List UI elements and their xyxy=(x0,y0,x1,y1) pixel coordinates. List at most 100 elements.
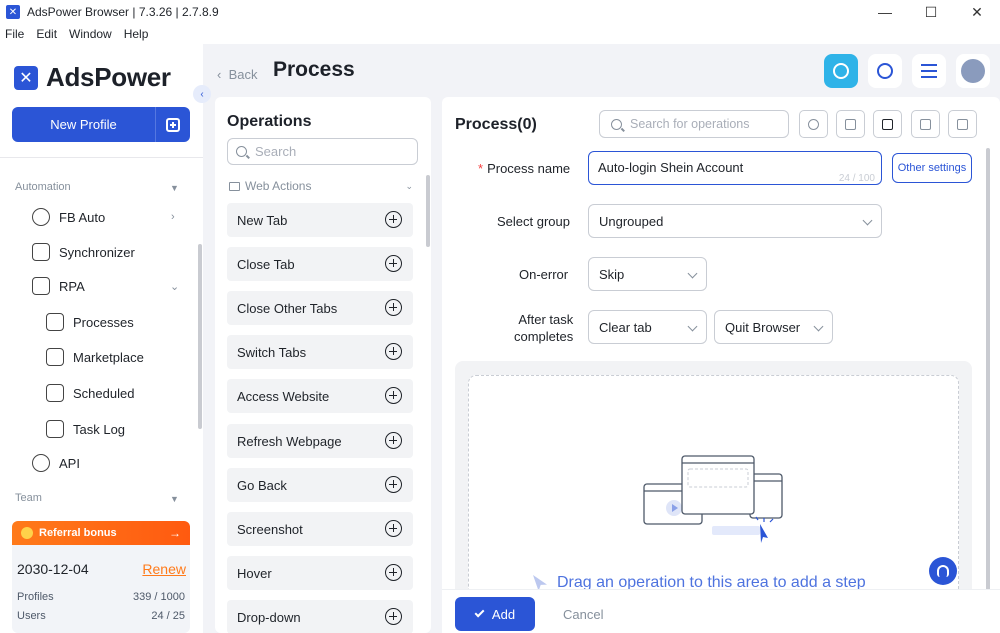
chevron-down-icon[interactable]: ▼ xyxy=(170,183,179,193)
operation-refresh-webpage[interactable]: Refresh Webpage xyxy=(227,424,413,458)
add-circle-icon[interactable] xyxy=(385,520,402,537)
save-icon xyxy=(957,118,968,130)
sidebar-item-scheduled[interactable]: Scheduled xyxy=(46,384,134,402)
window-controls: — ☐ ✕ xyxy=(862,0,1000,24)
sidebar-item-api[interactable]: API xyxy=(32,454,80,472)
process-scrollbar[interactable] xyxy=(986,148,990,603)
operation-label: New Tab xyxy=(237,212,288,228)
referral-header[interactable]: Referral bonus → xyxy=(12,521,190,545)
users-usage: Users 24 / 25 xyxy=(17,610,185,622)
sidebar-item-synchronizer[interactable]: Synchronizer xyxy=(32,243,135,261)
add-circle-icon[interactable] xyxy=(385,255,402,272)
users-value: 24 / 25 xyxy=(151,610,185,622)
rpa-robot-icon xyxy=(833,63,849,79)
rpa-icon xyxy=(32,277,50,295)
menu-help[interactable]: Help xyxy=(124,27,149,41)
operation-close-tab[interactable]: Close Tab xyxy=(227,247,413,281)
after-task-label-line1: After task xyxy=(518,312,574,327)
after-task-tab-select[interactable]: Clear tab xyxy=(588,310,707,344)
add-circle-icon[interactable] xyxy=(385,564,402,581)
maximize-button[interactable]: ☐ xyxy=(908,0,954,24)
collapse-sidebar-button[interactable]: ‹ xyxy=(193,85,211,103)
section-team[interactable]: Team xyxy=(15,492,42,504)
other-settings-button[interactable]: Other settings xyxy=(892,153,972,183)
calendar-icon xyxy=(46,384,64,402)
run-button[interactable] xyxy=(799,110,828,138)
after-task-browser-select[interactable]: Quit Browser xyxy=(714,310,833,344)
menu-file[interactable]: File xyxy=(5,27,24,41)
on-error-value: Skip xyxy=(599,266,625,282)
support-button[interactable] xyxy=(929,557,957,585)
rpa-robot-button[interactable] xyxy=(824,54,858,88)
add-circle-icon[interactable] xyxy=(385,387,402,404)
sidebar-item-rpa[interactable]: RPA xyxy=(32,277,85,295)
close-window-button[interactable]: ✕ xyxy=(954,0,1000,24)
menu-edit[interactable]: Edit xyxy=(36,27,57,41)
operation-access-website[interactable]: Access Website xyxy=(227,379,413,413)
operation-close-other-tabs[interactable]: Close Other Tabs xyxy=(227,291,413,325)
cancel-button[interactable]: Cancel xyxy=(563,607,603,622)
section-automation[interactable]: Automation xyxy=(15,181,71,193)
menu-bar: File Edit Window Help xyxy=(0,24,1000,44)
account-button[interactable] xyxy=(956,54,990,88)
operation-drop-down[interactable]: Drop-down xyxy=(227,600,413,633)
add-circle-icon[interactable] xyxy=(385,211,402,228)
add-circle-icon[interactable] xyxy=(385,299,402,316)
add-circle-icon[interactable] xyxy=(385,343,402,360)
operation-go-back[interactable]: Go Back xyxy=(227,468,413,502)
fb-auto-icon xyxy=(32,208,50,226)
chevron-down-icon[interactable]: ▼ xyxy=(170,494,179,504)
sidebar-item-label: RPA xyxy=(59,278,85,294)
search-placeholder: Search for operations xyxy=(630,117,750,131)
operation-hover[interactable]: Hover xyxy=(227,556,413,590)
operation-label: Go Back xyxy=(237,477,287,493)
sidebar-item-marketplace[interactable]: Marketplace xyxy=(46,348,144,366)
operations-scrollbar[interactable] xyxy=(426,175,430,247)
renew-link[interactable]: Renew xyxy=(142,561,186,577)
task-list-button[interactable] xyxy=(912,54,946,88)
headset-icon xyxy=(937,565,949,577)
operation-new-tab[interactable]: New Tab xyxy=(227,203,413,237)
operations-search-input[interactable]: Search xyxy=(227,138,418,165)
add-circle-icon[interactable] xyxy=(385,432,402,449)
brand-logo: ✕ AdsPower xyxy=(14,62,171,93)
sidebar-item-fb-auto[interactable]: FB Auto xyxy=(32,208,105,226)
import-button[interactable] xyxy=(873,110,902,138)
download-icon xyxy=(882,118,893,130)
add-circle-icon[interactable] xyxy=(385,476,402,493)
operation-label: Close Other Tabs xyxy=(237,300,338,316)
add-circle-icon[interactable] xyxy=(385,608,402,625)
new-profile-button[interactable]: New Profile xyxy=(12,107,190,142)
operation-screenshot[interactable]: Screenshot xyxy=(227,512,413,546)
operation-label: Drop-down xyxy=(237,609,301,625)
export-button[interactable] xyxy=(911,110,940,138)
on-error-select[interactable]: Skip xyxy=(588,257,707,291)
process-name-label-text: Process name xyxy=(487,161,571,176)
new-profile-batch-button[interactable] xyxy=(155,107,190,142)
category-web-actions[interactable]: Web Actions ⌄ xyxy=(229,179,413,193)
api-icon xyxy=(32,454,50,472)
page-title: Process xyxy=(273,58,355,81)
sidebar-item-label: Synchronizer xyxy=(59,244,135,260)
save-button[interactable] xyxy=(948,110,977,138)
profiles-value: 339 / 1000 xyxy=(133,591,185,603)
minimize-button[interactable]: — xyxy=(862,0,908,24)
sidebar-item-processes[interactable]: Processes xyxy=(46,313,134,331)
sidebar-scrollbar[interactable] xyxy=(198,244,202,429)
after-task-label: After task completes xyxy=(514,311,573,345)
group-select[interactable]: Ungrouped xyxy=(588,204,882,238)
process-name-input[interactable]: Auto-login Shein Account 24 / 100 xyxy=(588,151,882,185)
menu-window[interactable]: Window xyxy=(69,27,112,41)
new-profile-label[interactable]: New Profile xyxy=(12,107,155,142)
process-search-input[interactable]: Search for operations xyxy=(599,110,789,138)
back-link[interactable]: ‹ Back xyxy=(217,67,257,82)
sidebar-item-label: API xyxy=(59,455,80,471)
sidebar: ✕ AdsPower New Profile Automation ▼ FB A… xyxy=(0,44,203,633)
sync-update-button[interactable] xyxy=(868,54,902,88)
sidebar-item-task-log[interactable]: Task Log xyxy=(46,420,125,438)
profiles-usage: Profiles 339 / 1000 xyxy=(17,591,185,603)
users-label: Users xyxy=(17,610,46,622)
notes-button[interactable] xyxy=(836,110,865,138)
add-button[interactable]: Add xyxy=(455,597,535,631)
operation-switch-tabs[interactable]: Switch Tabs xyxy=(227,335,413,369)
